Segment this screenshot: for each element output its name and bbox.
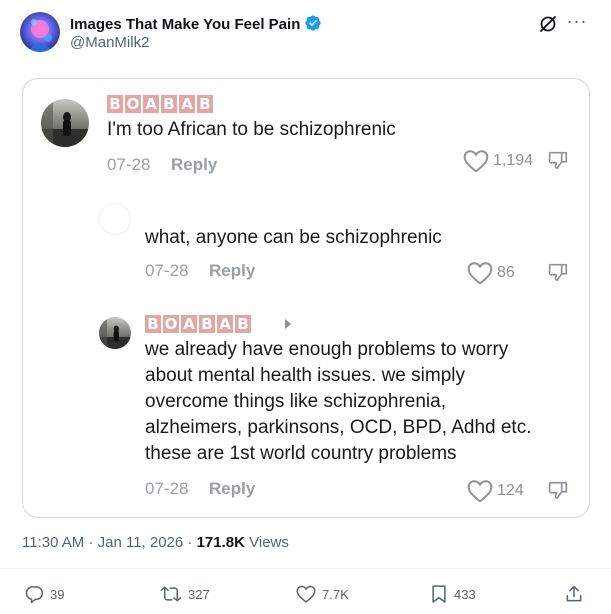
comment-text: what, anyone can be schizophrenic xyxy=(145,227,442,248)
username-letter: B xyxy=(161,95,177,113)
username-letter: B xyxy=(107,95,123,113)
username-letter: B xyxy=(235,315,251,333)
like-button[interactable]: 7.7K xyxy=(296,584,349,604)
username-letter: B xyxy=(197,95,213,113)
verified-badge-icon xyxy=(304,14,322,36)
repost-icon xyxy=(160,586,182,602)
comment-like: 86 xyxy=(467,261,515,285)
comment-reply-link: Reply xyxy=(209,261,256,280)
reply-button[interactable]: 39 xyxy=(24,584,64,604)
heart-outline-icon xyxy=(467,262,493,285)
comment-like-count: 86 xyxy=(497,264,515,281)
thumbs-down-icon xyxy=(547,261,569,283)
embedded-comments-image[interactable]: B O A B A B I'm too African to be schizo… xyxy=(22,78,590,518)
divider xyxy=(0,568,611,569)
author-name-text[interactable]: Images That Make You Feel Pain xyxy=(70,16,300,33)
username-letter: A xyxy=(217,315,233,333)
author-avatar[interactable] xyxy=(20,12,60,52)
comment-reply-link: Reply xyxy=(171,155,218,174)
username-letter: A xyxy=(179,95,195,113)
views-count: 171.8K xyxy=(196,534,245,551)
reply-arrow-icon xyxy=(285,319,291,329)
username-letter: B xyxy=(199,315,215,333)
comment-text-line: overcome things like schizophrenia, xyxy=(145,391,446,412)
bookmark-button[interactable]: 433 xyxy=(430,584,476,604)
views-label: Views xyxy=(249,534,289,551)
username-letter: A xyxy=(181,315,197,333)
tweet-date[interactable]: Jan 11, 2026 xyxy=(98,534,184,551)
tweet: Images That Make You Feel Pain @ManMilk2… xyxy=(0,0,611,614)
comment-like: 1,194 xyxy=(463,149,533,173)
reply-icon xyxy=(25,586,44,604)
share-button[interactable] xyxy=(564,584,584,604)
username-letter: A xyxy=(143,95,159,113)
comment-date: 07-28 xyxy=(145,479,189,498)
comment-text-line: we already have enough problems to worry xyxy=(145,339,509,360)
comment-date: 07-28 xyxy=(107,155,151,174)
author-handle[interactable]: @ManMilk2 xyxy=(70,34,149,51)
username-letter: O xyxy=(163,315,179,333)
comment-like-count: 124 xyxy=(497,482,524,499)
comment-like: 124 xyxy=(467,479,524,503)
thumbs-down-icon xyxy=(547,479,569,501)
comment-avatar xyxy=(41,99,89,147)
heart-outline-icon xyxy=(467,480,493,503)
comment-text: I'm too African to be schizophrenic xyxy=(107,119,396,140)
meta-separator: · xyxy=(88,534,94,551)
comment-username-badge: B O A B A B xyxy=(107,95,213,113)
more-options-icon[interactable]: ··· xyxy=(566,12,588,34)
comment-like-count: 1,194 xyxy=(493,152,534,169)
comment-date: 07-28 xyxy=(145,261,189,280)
tweet-time[interactable]: 11:30 AM xyxy=(22,534,84,551)
bookmark-count: 433 xyxy=(454,586,476,602)
comment-username-badge: B O A B A B xyxy=(145,315,251,333)
tweet-meta: 11:30 AM · Jan 11, 2026 · 171.8K Views xyxy=(22,534,289,551)
reply-count: 39 xyxy=(50,586,65,602)
comment-text-block: we already have enough problems to worry… xyxy=(145,337,532,467)
heart-outline-icon xyxy=(463,150,489,173)
heart-icon xyxy=(296,585,316,603)
username-letter: O xyxy=(125,95,141,113)
comment-avatar xyxy=(99,317,131,349)
username-letter: B xyxy=(145,315,161,333)
like-count: 7.7K xyxy=(322,586,349,602)
grok-icon[interactable] xyxy=(538,14,558,34)
comment-reply-link: Reply xyxy=(209,479,256,498)
author-name[interactable]: Images That Make You Feel Pain xyxy=(70,14,322,36)
comment-text-line: alzheimers, parkinsons, OCD, BPD, Adhd e… xyxy=(145,417,532,438)
share-icon xyxy=(566,585,582,602)
comment-text-line: these are 1st world country problems xyxy=(145,443,457,464)
thumbs-down-icon xyxy=(547,149,569,171)
bookmark-icon xyxy=(432,585,446,603)
meta-separator: · xyxy=(187,534,193,551)
comment-text-line: about mental health issues. we simply xyxy=(145,365,465,386)
comment-avatar-placeholder xyxy=(99,203,131,235)
repost-button[interactable]: 327 xyxy=(160,584,210,604)
repost-count: 327 xyxy=(188,586,210,602)
